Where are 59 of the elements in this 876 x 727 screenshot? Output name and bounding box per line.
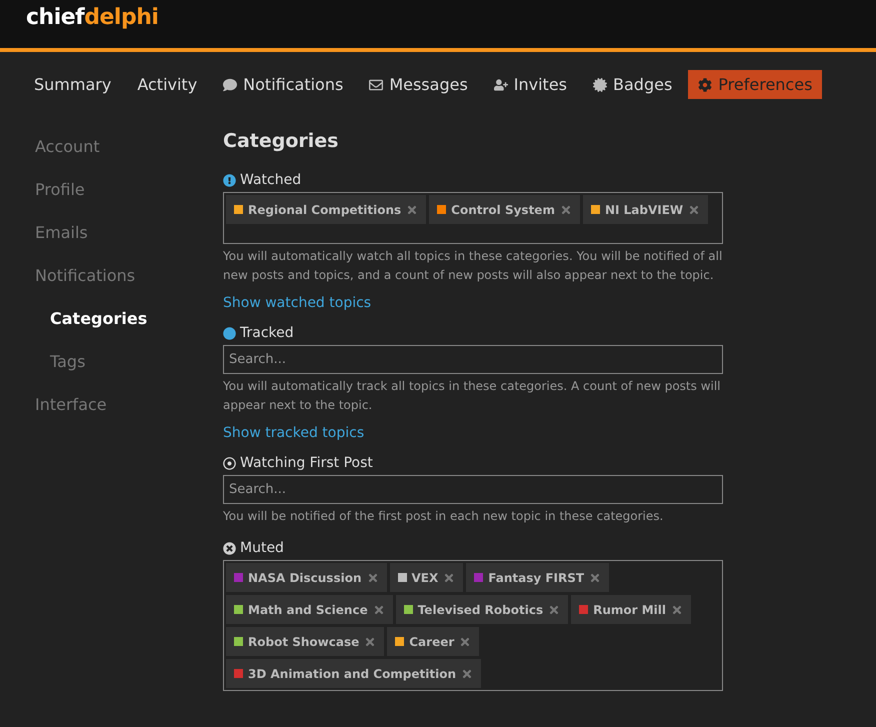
- remove-icon[interactable]: [443, 572, 456, 584]
- remove-icon[interactable]: [589, 572, 602, 584]
- category-name: NI LabVIEW: [604, 202, 684, 216]
- category-name: Math and Science: [248, 602, 368, 616]
- sidebar-item[interactable]: Categories: [35, 297, 223, 340]
- user-plus-icon: [494, 78, 508, 92]
- show-topics-link[interactable]: Show watched topics: [223, 295, 372, 311]
- envelope-icon: [369, 78, 384, 92]
- section-label: Watched: [240, 172, 302, 188]
- category-name: Fantasy FIRST: [488, 570, 584, 584]
- category-name: Career: [409, 634, 454, 648]
- sidebar-item[interactable]: Account: [35, 125, 223, 168]
- nav-tab[interactable]: Badges: [583, 70, 682, 99]
- sidebar-item[interactable]: Emails: [35, 211, 223, 254]
- category-selector[interactable]: Regional Competitions Control System NI LabVIEW: [223, 192, 723, 244]
- remove-icon[interactable]: [671, 604, 684, 616]
- remove-icon[interactable]: [548, 604, 560, 616]
- category-name: VEX: [412, 570, 438, 584]
- remove-icon[interactable]: [366, 572, 378, 584]
- category-name: NASA Discussion: [248, 570, 362, 584]
- nav-tab[interactable]: Notifications: [213, 70, 354, 99]
- sidebar-item[interactable]: Interface: [35, 383, 223, 426]
- settings-icon: [698, 78, 712, 92]
- circle-icon: [223, 326, 236, 340]
- remove-icon[interactable]: [461, 668, 474, 680]
- search-field[interactable]: Search...: [223, 345, 723, 374]
- nav-tab[interactable]: Activity: [127, 70, 208, 99]
- sidebar-item[interactable]: Tags: [35, 340, 223, 383]
- remove-icon[interactable]: [688, 204, 700, 216]
- section-label: Tracked: [240, 325, 294, 341]
- speech-bubble-icon: [223, 78, 238, 92]
- category-name: Televised Robotics: [418, 602, 544, 616]
- search-field[interactable]: Search...: [223, 475, 723, 504]
- site-logo[interactable]: chiefdelphi: [26, 4, 158, 44]
- category-name: 3D Animation and Competition: [248, 666, 456, 680]
- nav-tab[interactable]: Invites: [484, 70, 578, 99]
- page-title: Categories: [223, 130, 340, 152]
- nav-tab[interactable]: Summary: [24, 70, 122, 99]
- sidebar-item[interactable]: Profile: [35, 168, 223, 211]
- badge-icon: [593, 78, 608, 92]
- category-name: Rumor Mill: [593, 602, 666, 616]
- nav-tab[interactable]: Preferences: [688, 70, 822, 99]
- show-topics-link[interactable]: Show tracked topics: [223, 425, 364, 441]
- remove-icon[interactable]: [560, 204, 572, 216]
- category-name: Robot Showcase: [248, 634, 360, 648]
- category-name: Regional Competitions: [248, 202, 402, 216]
- sidebar-item[interactable]: Notifications: [35, 254, 223, 297]
- section-label: Watching First Post: [240, 455, 373, 471]
- remove-icon[interactable]: [372, 604, 385, 616]
- section-description: You will be notified of the first post in each new topic in these categories.: [223, 508, 664, 525]
- section-label: Muted: [240, 540, 284, 556]
- remove-icon[interactable]: [364, 636, 376, 648]
- category-selector[interactable]: NASA Discussion VEX Fantasy FIRST Math and Science Televised Robotics Rumor Mill Robot Showcase Career 3D Animation and Competition: [223, 560, 723, 691]
- category-name: Control System: [451, 202, 555, 216]
- section-description: You will automatically watch all topics in these categories. You will be notified of all new posts and topics, and a count of new posts will also appear next to the topic.: [223, 248, 723, 284]
- nav-tab[interactable]: Messages: [359, 70, 478, 99]
- remove-icon[interactable]: [406, 204, 418, 216]
- remove-icon[interactable]: [459, 636, 472, 648]
- section-description: You will automatically track all topics in these categories. A count of new posts will appear next to the topic.: [223, 378, 722, 414]
